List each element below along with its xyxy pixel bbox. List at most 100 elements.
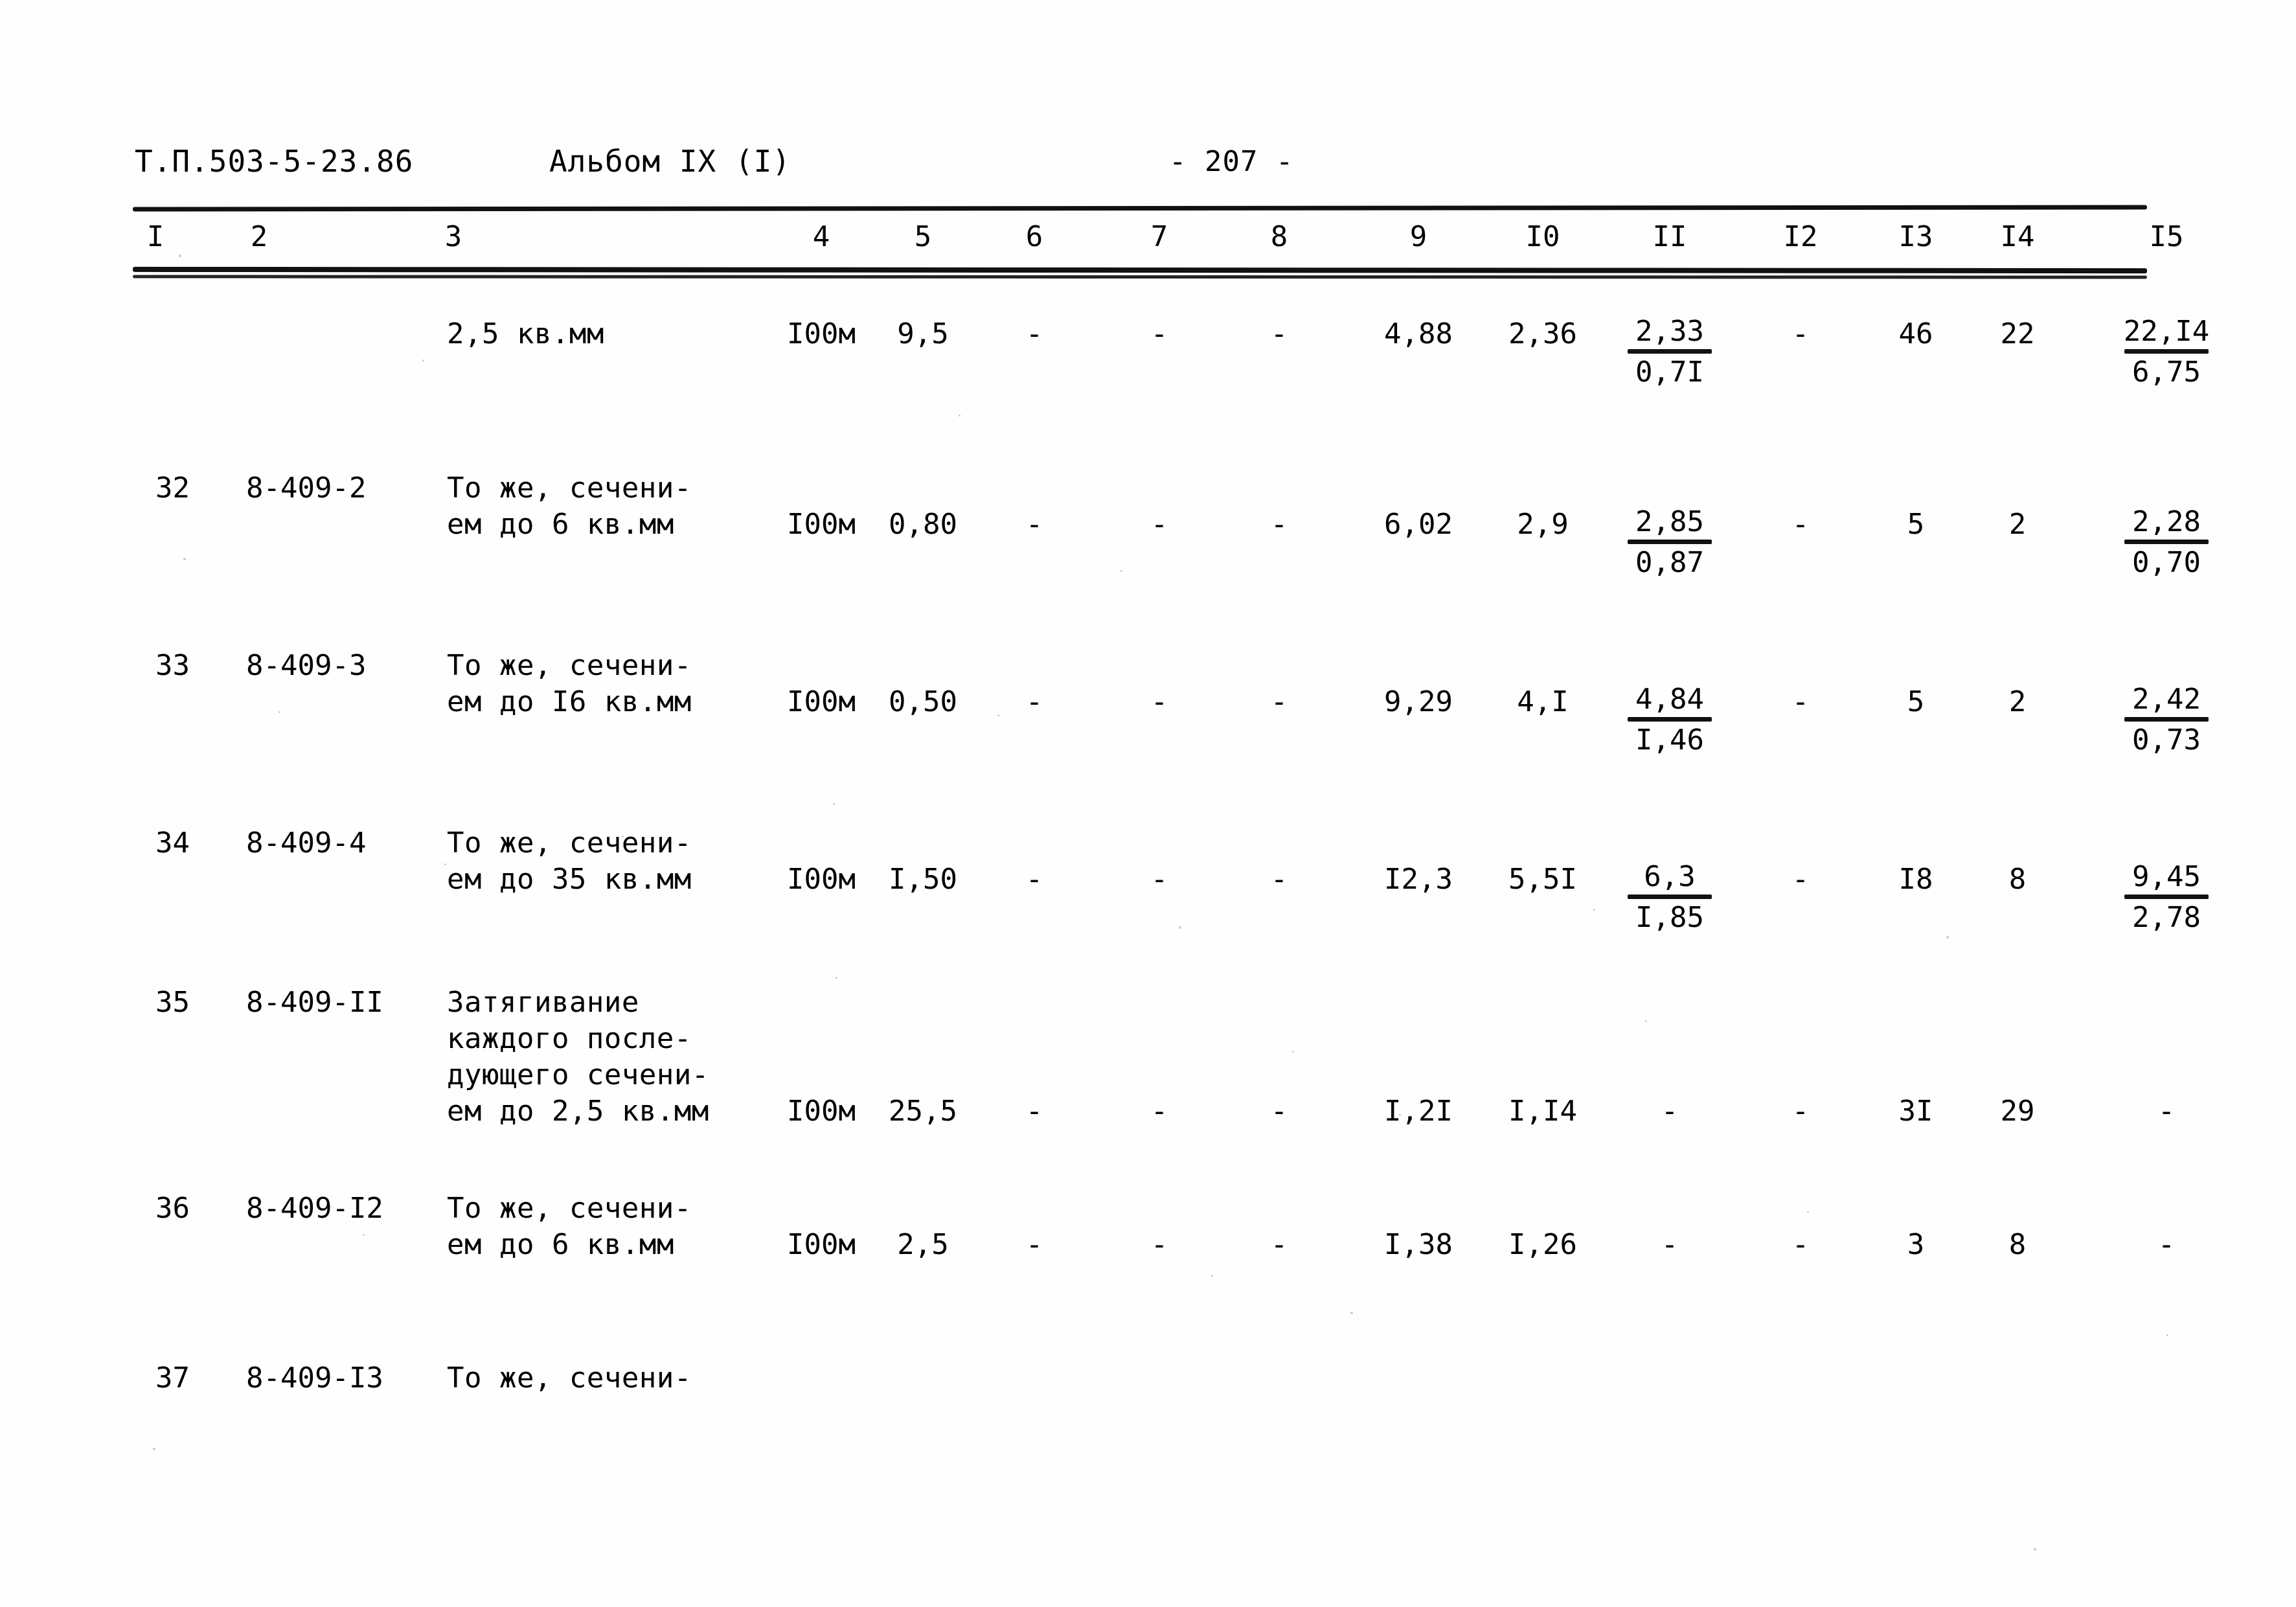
fraction-numerator: 4,84 — [1635, 683, 1704, 716]
scan-speck — [959, 415, 960, 416]
cell-norm-code: 8-409-3 — [246, 649, 367, 682]
cell-value-6: - — [1025, 1228, 1043, 1261]
cell-value-11: 2,85 0,87 — [1598, 505, 1741, 580]
cell-value-6: - — [1025, 508, 1043, 541]
scan-speck — [997, 714, 999, 716]
document-page: Т.П.503-5-23.86 Альбом IX (I) - 207 - I2… — [0, 0, 2296, 1607]
cell-value-15: - — [2157, 1228, 2176, 1261]
cell-description-line: То же, сечени- — [447, 826, 692, 860]
cell-norm-code: 8-409-II — [246, 986, 383, 1019]
cell-value-15: 9,45 2,78 — [2095, 860, 2238, 935]
cell-value-11: 4,84 I,46 — [1598, 683, 1741, 757]
cell-value-8: - — [1270, 863, 1288, 896]
cell-value-12: - — [1791, 317, 1810, 350]
scan-speck — [1211, 1275, 1213, 1277]
cell-value-7: - — [1150, 508, 1168, 541]
scan-speck — [1593, 909, 1595, 911]
cell-ordinal: 36 — [155, 1192, 190, 1225]
cell-norm-code: 8-409-I3 — [246, 1362, 383, 1395]
cell-unit: I00м — [787, 685, 856, 718]
fraction-denominator: 2,78 — [2132, 901, 2201, 934]
fraction-denominator: I,46 — [1635, 724, 1704, 757]
cell-description-line: То же, сечени- — [447, 1192, 692, 1225]
cell-norm-code: 8-409-4 — [246, 826, 367, 860]
cell-value-10: 4,I — [1517, 685, 1569, 718]
cell-unit: I00м — [787, 863, 856, 896]
cell-quantity: 2,5 — [897, 1228, 949, 1261]
fraction-numerator: 2,33 — [1635, 315, 1704, 348]
fraction-bar — [1628, 349, 1712, 354]
table-body: 2,5 кв.мм I00м 9,5- - -4,88 2,36-46 22 2,33 0,7I… — [0, 0, 2296, 1607]
cell-quantity: 25,5 — [889, 1095, 957, 1128]
cell-value-8: - — [1270, 1095, 1288, 1128]
cell-ordinal: 37 — [155, 1362, 190, 1395]
cell-value-14: 8 — [2008, 1228, 2027, 1261]
fraction-denominator: 0,87 — [1635, 546, 1704, 579]
cell-value-11: 2,33 0,7I — [1598, 315, 1741, 389]
cell-value-12: - — [1791, 863, 1810, 896]
cell-value-15: 2,42 0,73 — [2095, 683, 2238, 757]
fraction-denominator: I,85 — [1635, 901, 1704, 934]
cell-quantity: 0,80 — [889, 508, 957, 541]
cell-unit: I00м — [787, 1095, 856, 1128]
scan-speck — [2166, 1334, 2168, 1336]
cell-value-15: 2,28 0,70 — [2095, 505, 2238, 580]
cell-ordinal: 33 — [155, 649, 190, 682]
cell-value-9: 9,29 — [1384, 685, 1453, 718]
scan-speck — [183, 558, 186, 560]
fraction-numerator: 2,28 — [2132, 505, 2201, 538]
cell-value-10: I,26 — [1508, 1228, 1577, 1261]
cell-value-8: - — [1270, 1228, 1288, 1261]
scan-speck — [1399, 1114, 1401, 1116]
cell-value-9: 4,88 — [1384, 317, 1453, 350]
cell-value-14: 8 — [2008, 863, 2027, 896]
cell-value-7: - — [1150, 685, 1168, 718]
fraction-denominator: 0,73 — [2132, 724, 2201, 757]
cell-value-8: - — [1270, 317, 1288, 350]
cell-description-line: каждого после- — [447, 1022, 692, 1055]
fraction-bar — [2124, 540, 2209, 544]
cell-description-line: То же, сечени- — [447, 1362, 692, 1395]
scan-speck — [153, 1448, 155, 1450]
cell-value-7: - — [1150, 1095, 1168, 1128]
cell-norm-code: 8-409-I2 — [246, 1192, 383, 1225]
cell-ordinal: 35 — [155, 986, 190, 1019]
cell-value-14: 2 — [2008, 685, 2027, 718]
fraction-numerator: 22,I4 — [2123, 315, 2210, 348]
cell-value-6: - — [1025, 863, 1043, 896]
cell-value-13: 5 — [1907, 508, 1925, 541]
cell-value-10: 2,36 — [1508, 317, 1577, 350]
cell-value-13: 3 — [1907, 1228, 1925, 1261]
cell-value-12: - — [1791, 1228, 1810, 1261]
cell-value-14: 29 — [2000, 1095, 2035, 1128]
cell-ordinal: 32 — [155, 472, 190, 505]
cell-description-line: ем до 6 кв.мм — [447, 508, 674, 541]
cell-norm-code: 8-409-2 — [246, 472, 367, 505]
cell-quantity: 9,5 — [897, 317, 949, 350]
cell-value-13: 5 — [1907, 685, 1925, 718]
scan-speck — [1946, 936, 1949, 939]
cell-value-7: - — [1150, 863, 1168, 896]
cell-value-9: 6,02 — [1384, 508, 1453, 541]
cell-description-line: ем до 6 кв.мм — [447, 1228, 674, 1261]
cell-description-line: То же, сечени- — [447, 472, 692, 505]
scan-speck — [422, 359, 424, 361]
scan-speck — [278, 711, 280, 713]
scan-speck — [179, 255, 181, 257]
cell-value-12: - — [1791, 508, 1810, 541]
cell-description-line: ем до I6 кв.мм — [447, 685, 692, 718]
scan-speck — [1645, 1020, 1647, 1022]
cell-value-6: - — [1025, 317, 1043, 350]
cell-unit: I00м — [787, 317, 856, 350]
cell-value-13: I8 — [1898, 863, 1933, 896]
cell-description-line: То же, сечени- — [447, 649, 692, 682]
fraction-bar — [1628, 895, 1712, 899]
cell-value-11: - — [1661, 1095, 1679, 1128]
scan-speck — [1292, 1051, 1294, 1053]
cell-value-15: 22,I4 6,75 — [2095, 315, 2238, 389]
cell-description-line: дующего сечени- — [447, 1058, 709, 1091]
cell-value-8: - — [1270, 685, 1288, 718]
cell-value-13: 3I — [1898, 1095, 1933, 1128]
scan-speck — [1120, 570, 1122, 572]
cell-quantity: 0,50 — [889, 685, 957, 718]
